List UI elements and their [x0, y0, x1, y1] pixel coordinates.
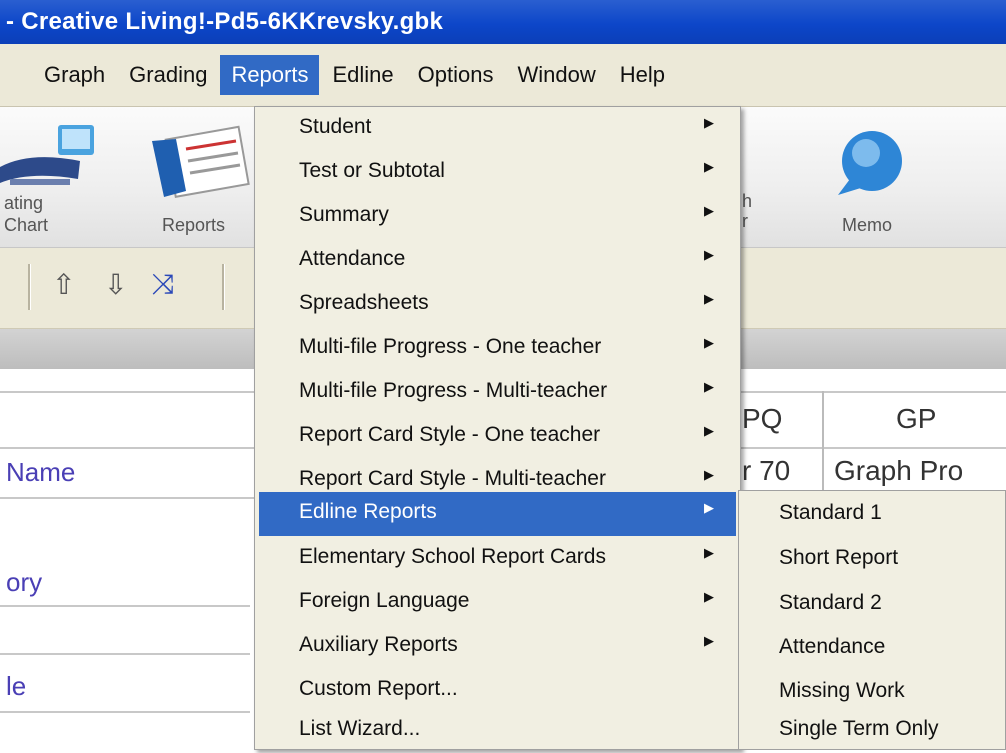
- menu-item-label: Auxiliary Reports: [299, 633, 458, 656]
- column-header-pq[interactable]: PQ: [742, 403, 782, 435]
- menu-item-label: Multi-file Progress - One teacher: [299, 335, 602, 358]
- submenu-arrow-icon: ▶: [704, 115, 714, 130]
- submenu-arrow-icon: ▶: [704, 589, 714, 604]
- submenu-item-attendance[interactable]: Attendance: [779, 635, 885, 659]
- row-label-name[interactable]: Name: [6, 457, 75, 488]
- menu-item-attendance[interactable]: Attendance ▶: [259, 239, 736, 283]
- menu-help[interactable]: Help: [609, 55, 676, 95]
- menu-graph[interactable]: Graph: [0, 55, 116, 95]
- menu-item-label: Edline Reports: [299, 500, 437, 523]
- grid-line: [0, 711, 250, 713]
- menu-item-label: Summary: [299, 203, 389, 226]
- reports-dropdown-menu: Student ▶ Test or Subtotal ▶ Summary ▶ A…: [254, 106, 741, 750]
- seating-chart-button[interactable]: ating Chart: [0, 117, 100, 237]
- menu-window[interactable]: Window: [506, 55, 606, 95]
- submenu-arrow-icon: ▶: [704, 545, 714, 560]
- menu-item-spreadsheets[interactable]: Spreadsheets ▶: [259, 283, 736, 327]
- menu-item-multifile-multi-teacher[interactable]: Multi-file Progress - Multi-teacher ▶: [259, 371, 736, 415]
- submenu-arrow-icon: ▶: [704, 379, 714, 394]
- edline-reports-submenu: Standard 1 Short Report Standard 2 Atten…: [738, 490, 1006, 750]
- grid-line: [822, 391, 824, 497]
- window-title-bar: - Creative Living!-Pd5-6KKrevsky.gbk: [0, 0, 1006, 44]
- submenu-item-standard-2[interactable]: Standard 2: [779, 591, 882, 615]
- menu-reports[interactable]: Reports: [220, 55, 320, 95]
- submenu-arrow-icon: ▶: [704, 423, 714, 438]
- menu-item-summary[interactable]: Summary ▶: [259, 195, 736, 239]
- menu-item-foreign-language[interactable]: Foreign Language ▶: [259, 581, 736, 625]
- menu-options[interactable]: Options: [407, 55, 505, 95]
- seating-chart-icon: [0, 125, 94, 185]
- menu-item-label: Elementary School Report Cards: [299, 545, 606, 568]
- menu-item-label: Custom Report...: [299, 677, 458, 700]
- menu-item-list-wizard[interactable]: List Wizard...: [259, 709, 736, 753]
- row-label-category[interactable]: ory: [6, 567, 42, 598]
- reports-icon: [152, 125, 250, 198]
- menu-item-label: Report Card Style - One teacher: [299, 423, 601, 446]
- reports-toolbar-label: Reports: [162, 215, 226, 235]
- window-title: - Creative Living!-Pd5-6KKrevsky.gbk: [6, 8, 444, 35]
- menu-item-label: Student: [299, 115, 372, 138]
- partial-toolbar-label-2: r: [742, 211, 748, 231]
- toolbar-separator: [222, 264, 225, 310]
- menu-grading[interactable]: Grading: [118, 55, 218, 95]
- menu-item-edline-reports[interactable]: Edline Reports ▶: [259, 492, 736, 536]
- toolbar-separator: [28, 264, 31, 310]
- submenu-arrow-icon: ▶: [704, 159, 714, 174]
- menu-edline[interactable]: Edline: [321, 55, 404, 95]
- submenu-arrow-icon: ▶: [704, 203, 714, 218]
- menu-item-label: Report Card Style - Multi-teacher: [299, 467, 606, 490]
- menu-item-auxiliary-reports[interactable]: Auxiliary Reports ▶: [259, 625, 736, 669]
- cell-gp-value[interactable]: Graph Pro: [834, 455, 963, 487]
- submenu-arrow-icon: ▶: [704, 500, 714, 515]
- submenu-arrow-icon: ▶: [704, 467, 714, 482]
- move-down-icon[interactable]: ⇩: [104, 268, 127, 301]
- cell-pq-value[interactable]: r 70: [742, 455, 790, 487]
- reports-toolbar-button[interactable]: Reports: [146, 117, 254, 237]
- submenu-item-standard-1[interactable]: Standard 1: [779, 501, 882, 525]
- memo-label: Memo: [842, 215, 893, 235]
- memo-icon: [838, 131, 902, 195]
- row-label-title[interactable]: le: [6, 671, 26, 702]
- menu-item-label: List Wizard...: [299, 717, 421, 740]
- seating-chart-label-2: Chart: [4, 215, 49, 235]
- menu-item-label: Test or Subtotal: [299, 159, 445, 182]
- move-up-icon[interactable]: ⇧: [52, 268, 75, 301]
- menu-item-label: Foreign Language: [299, 589, 470, 612]
- menu-item-multifile-one-teacher[interactable]: Multi-file Progress - One teacher ▶: [259, 327, 736, 371]
- submenu-arrow-icon: ▶: [704, 335, 714, 350]
- submenu-arrow-icon: ▶: [704, 633, 714, 648]
- partial-toolbar-label-1: h: [742, 191, 753, 211]
- submenu-item-short-report[interactable]: Short Report: [779, 546, 898, 570]
- menu-item-report-card-one-teacher[interactable]: Report Card Style - One teacher ▶: [259, 415, 736, 459]
- shuffle-icon[interactable]: ⤨: [152, 268, 174, 301]
- menu-item-label: Spreadsheets: [299, 291, 429, 314]
- seating-chart-label-1: ating: [4, 193, 44, 213]
- submenu-arrow-icon: ▶: [704, 247, 714, 262]
- submenu-arrow-icon: ▶: [704, 291, 714, 306]
- submenu-item-single-term-only[interactable]: Single Term Only: [779, 717, 939, 741]
- grid-line: [0, 605, 250, 607]
- menu-item-label: Attendance: [299, 247, 406, 270]
- menu-bar: Graph Grading Reports Edline Options Win…: [0, 44, 1006, 107]
- column-header-gp[interactable]: GP: [896, 403, 936, 435]
- menu-item-test-or-subtotal[interactable]: Test or Subtotal ▶: [259, 151, 736, 195]
- menu-item-custom-report[interactable]: Custom Report...: [259, 669, 736, 713]
- menu-item-student[interactable]: Student ▶: [259, 107, 736, 151]
- memo-button[interactable]: Memo: [820, 117, 930, 237]
- submenu-item-missing-work[interactable]: Missing Work: [779, 679, 905, 703]
- grid-line: [0, 653, 250, 655]
- menu-item-elementary-report-cards[interactable]: Elementary School Report Cards ▶: [259, 537, 736, 581]
- menu-item-label: Multi-file Progress - Multi-teacher: [299, 379, 608, 402]
